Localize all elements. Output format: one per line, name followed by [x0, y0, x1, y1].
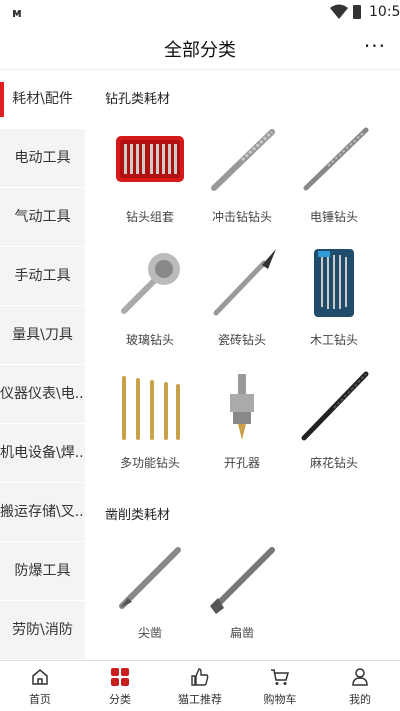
- product-twist-drill-bit[interactable]: 麻花钻头: [288, 366, 380, 476]
- product-multi-function-drill-bit[interactable]: 多功能钻头: [104, 366, 196, 476]
- more-options-button[interactable]: ···: [364, 34, 386, 58]
- tab-label: 首页: [29, 693, 51, 706]
- tab-recommend[interactable]: 猫工推荐: [160, 661, 240, 711]
- bottom-tab-bar: 首页 分类 猫工推荐 购物车 我的: [0, 660, 400, 710]
- product-impact-drill-bit[interactable]: 冲击钻钻头: [196, 120, 288, 230]
- product-label: 钻头组套: [125, 210, 174, 224]
- tile-drill-bit-image: [213, 249, 276, 316]
- tab-label: 购物车: [263, 693, 297, 706]
- tab-cart[interactable]: 购物车: [240, 661, 320, 711]
- user-icon: [352, 668, 368, 686]
- tab-home[interactable]: 首页: [0, 661, 80, 711]
- wifi-icon: [330, 4, 348, 19]
- drill-bit-set-image: [116, 136, 184, 182]
- sidebar-item-explosion-proof[interactable]: 防爆工具: [0, 542, 85, 601]
- notification-icon: ᴍ: [12, 6, 22, 20]
- product-drill-bit-set[interactable]: 钻头组套: [104, 120, 196, 230]
- status-time: 10:50: [369, 4, 400, 20]
- title-bar: 全部分类 ···: [0, 26, 400, 70]
- product-label: 冲击钻钻头: [211, 210, 272, 224]
- impact-drill-bit-image: [211, 129, 275, 191]
- flat-chisel-image: [210, 547, 275, 614]
- tab-mine[interactable]: 我的: [320, 661, 400, 711]
- sidebar-item-hand-tools[interactable]: 手动工具: [0, 247, 85, 306]
- sidebar-item-consumables[interactable]: 耗材\配件: [0, 70, 85, 129]
- product-label: 麻花钻头: [309, 456, 358, 470]
- tab-label: 猫工推荐: [178, 693, 222, 706]
- sidebar-item-instruments[interactable]: 仪器仪表\电...: [0, 365, 85, 424]
- sidebar-item-pneumatic-tools[interactable]: 气动工具: [0, 188, 85, 247]
- tab-label: 分类: [109, 693, 131, 706]
- cart-icon: [271, 669, 289, 685]
- home-icon: [32, 669, 48, 685]
- wood-drill-bit-image: [314, 249, 354, 317]
- product-label: 木工钻头: [309, 333, 358, 347]
- product-label: 瓷砖钻头: [217, 333, 266, 347]
- category-icon: [111, 668, 129, 686]
- multi-function-drill-bit-image: [122, 376, 180, 440]
- pointed-chisel-image: [119, 547, 181, 609]
- sidebar-item-measuring-cutting[interactable]: 量具\刀具: [0, 306, 85, 365]
- section-title-chiseling: 凿削类耗材: [105, 508, 171, 523]
- product-hammer-drill-bit[interactable]: 电锤钻头: [288, 120, 380, 230]
- category-sidebar: 耗材\配件 电动工具 气动工具 手动工具 量具\刀具 仪器仪表\电... 机电设…: [0, 70, 85, 660]
- product-label: 尖凿: [137, 626, 162, 640]
- thumbs-up-icon: [191, 668, 209, 686]
- sidebar-item-handling-storage[interactable]: 搬运存储\叉...: [0, 483, 85, 542]
- sidebar-item-power-tools[interactable]: 电动工具: [0, 129, 85, 188]
- page-title: 全部分类: [164, 40, 236, 61]
- product-wood-drill-bit[interactable]: 木工钻头: [288, 243, 380, 353]
- hole-saw-image: [230, 374, 254, 440]
- product-label: 开孔器: [223, 456, 260, 470]
- glass-drill-bit-image: [121, 253, 180, 314]
- product-hole-saw[interactable]: 开孔器: [196, 366, 288, 476]
- product-label: 玻璃钻头: [125, 333, 174, 347]
- product-glass-drill-bit[interactable]: 玻璃钻头: [104, 243, 196, 353]
- tab-label: 我的: [349, 693, 371, 706]
- product-flat-chisel[interactable]: 扁凿: [196, 536, 288, 646]
- product-tile-drill-bit[interactable]: 瓷砖钻头: [196, 243, 288, 353]
- battery-icon: [353, 5, 361, 19]
- section-title-drilling: 钻孔类耗材: [105, 92, 171, 107]
- tab-category[interactable]: 分类: [80, 661, 160, 711]
- category-content: 钻孔类耗材 钻头组套 冲击钻钻头 电锤钻头 玻璃钻头 瓷砖钻头 木工钻头 多功能…: [85, 70, 400, 660]
- sidebar-item-electromechanical[interactable]: 机电设备\焊...: [0, 424, 85, 483]
- twist-drill-bit-image: [301, 371, 369, 441]
- hammer-drill-bit-image: [303, 127, 369, 191]
- sidebar-item-labor-fire-protection[interactable]: 劳防\消防: [0, 601, 85, 660]
- product-label: 电锤钻头: [309, 210, 358, 224]
- product-label: 扁凿: [229, 626, 254, 640]
- product-label: 多功能钻头: [119, 456, 180, 470]
- status-bar: ᴍ 10:50: [0, 0, 400, 26]
- product-pointed-chisel[interactable]: 尖凿: [104, 536, 196, 646]
